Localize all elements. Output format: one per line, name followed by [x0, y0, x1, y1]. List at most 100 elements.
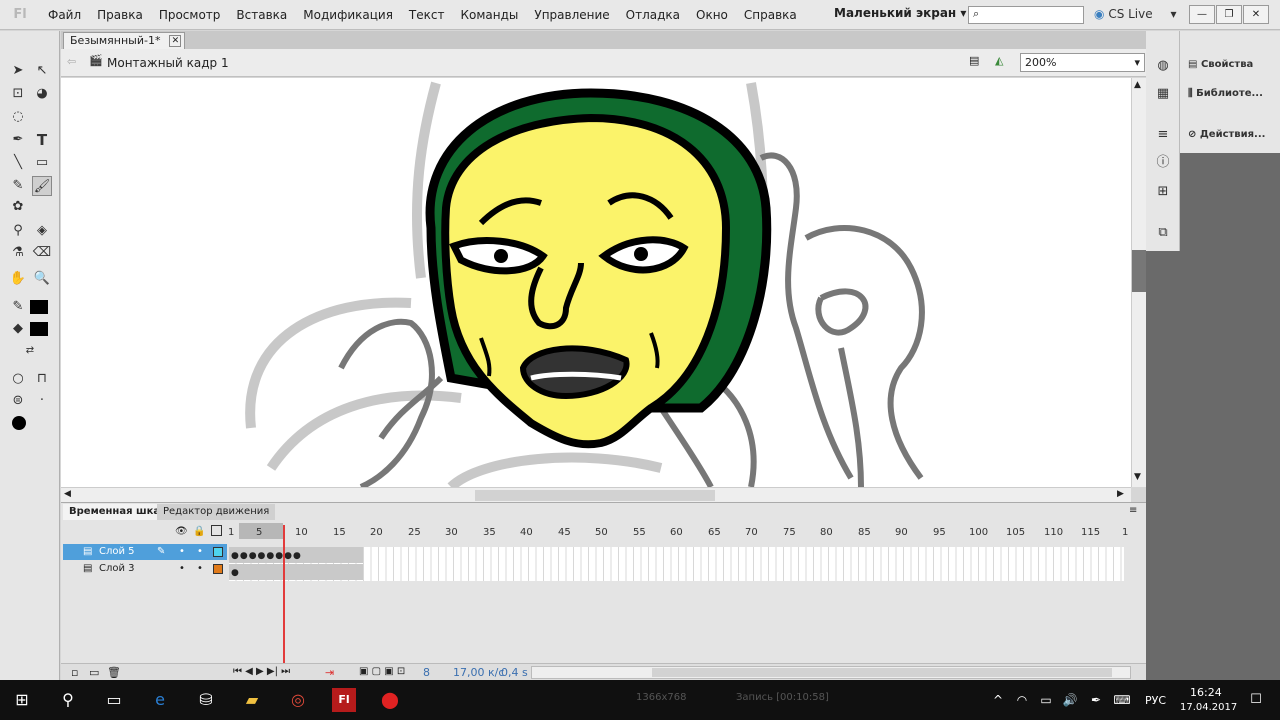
pen-tray-icon[interactable]: ✒ — [1084, 688, 1108, 712]
tray-up-icon[interactable]: ^ — [986, 688, 1010, 712]
scroll-right-icon[interactable]: ▶ — [1117, 489, 1124, 499]
eye-icon[interactable]: 👁 — [175, 526, 188, 537]
scroll-up-icon[interactable]: ▲ — [1134, 80, 1141, 90]
paint-bucket-icon[interactable]: ◈ — [32, 221, 52, 241]
stage-canvas[interactable] — [61, 78, 1131, 487]
windows-start-icon[interactable]: ⊞ — [10, 688, 34, 712]
brush-mode-icon[interactable]: ⊜ — [8, 391, 28, 411]
rectangle-tool-icon[interactable]: ▭ — [32, 153, 52, 173]
cs-live-button[interactable]: ◉ CS Live ▾ — [1094, 7, 1177, 21]
eraser-icon[interactable]: ⌫ — [32, 243, 52, 263]
panel-actions[interactable]: ⊘ Действия... — [1188, 129, 1265, 140]
menu-insert[interactable]: Вставка — [228, 0, 295, 30]
lasso-icon[interactable]: ◌ — [8, 107, 28, 127]
zoom-select[interactable]: 200% ▾ — [1020, 53, 1145, 72]
outline-icon[interactable] — [211, 525, 222, 536]
clock-time[interactable]: 16:24 — [1190, 686, 1222, 699]
object-drawing-icon[interactable]: ○ — [8, 369, 28, 389]
onion-skin-buttons[interactable]: ▣ ▢ ▣ ⊡ — [359, 666, 405, 677]
brush-options-icon[interactable]: · — [32, 391, 52, 411]
playback-controls[interactable]: ⏮ ◀ ▶ ▶| ⏭ — [233, 666, 290, 677]
panel-menu-icon[interactable]: ≡ — [1129, 505, 1137, 516]
minimize-button[interactable]: — — [1189, 5, 1215, 24]
menu-edit[interactable]: Правка — [89, 0, 151, 30]
flash-app-icon[interactable]: Fl — [332, 688, 356, 712]
scroll-down-icon[interactable]: ▼ — [1134, 472, 1141, 482]
menu-debug[interactable]: Отладка — [618, 0, 688, 30]
stage-vertical-scrollbar[interactable]: ▲ ▼ — [1131, 78, 1146, 487]
snap-magnet-icon[interactable]: ⊓ — [32, 369, 52, 389]
notifications-icon[interactable]: ☐ — [1244, 688, 1268, 712]
eyedropper-icon[interactable]: ⚗ — [8, 243, 28, 263]
layer-row-3[interactable]: ▤ Слой 3 • • — [63, 561, 227, 577]
volume-icon[interactable]: 🔊 — [1058, 688, 1082, 712]
text-tool-icon[interactable]: T — [32, 130, 52, 150]
help-search-input[interactable]: ⌕ — [968, 6, 1084, 24]
layer-color-swatch[interactable] — [213, 564, 223, 574]
close-tab-icon[interactable]: ✕ — [169, 35, 182, 47]
stroke-color-swatch[interactable] — [30, 300, 48, 314]
align-icon[interactable]: ≡ — [1153, 125, 1173, 145]
components-icon[interactable]: ⧉ — [1153, 223, 1173, 243]
menu-help[interactable]: Справка — [736, 0, 805, 30]
deco-tool-icon[interactable]: ✿ — [8, 197, 28, 217]
menu-text[interactable]: Текст — [401, 0, 453, 30]
swatches-icon[interactable]: ▦ — [1153, 84, 1173, 104]
back-arrow-icon[interactable]: ⇦ — [67, 55, 76, 68]
delete-layer-icon[interactable]: 🗑 — [107, 666, 121, 679]
edit-scene-icon[interactable]: ▤ — [969, 54, 979, 67]
subselection-tool-icon[interactable]: ↖ — [32, 61, 52, 81]
new-layer-icon[interactable]: ▫ — [71, 666, 78, 679]
visibility-dot[interactable]: • — [179, 544, 185, 560]
stage-horizontal-scrollbar[interactable]: ◀ ▶ — [61, 487, 1131, 502]
3d-rotation-icon[interactable]: ◕ — [32, 84, 52, 104]
line-tool-icon[interactable]: ╲ — [8, 153, 28, 173]
frame-grid[interactable] — [229, 547, 1124, 581]
panel-properties[interactable]: ▤ Свойства — [1188, 59, 1253, 70]
bone-tool-icon[interactable]: ⚲ — [8, 221, 28, 241]
search-icon[interactable]: ⚲ — [56, 688, 80, 712]
selection-tool-icon[interactable]: ➤ — [8, 61, 28, 81]
task-view-icon[interactable]: ▭ — [102, 688, 126, 712]
swap-colors-icon[interactable]: ⇄ — [20, 341, 40, 361]
clock-date[interactable]: 17.04.2017 — [1180, 702, 1237, 713]
close-button[interactable]: ✕ — [1243, 5, 1269, 24]
store-icon[interactable]: ⛁ — [194, 688, 218, 712]
scroll-thumb[interactable] — [1132, 250, 1146, 292]
lock-dot[interactable]: • — [197, 561, 203, 577]
current-frame[interactable]: 8 — [423, 666, 430, 679]
info-icon[interactable]: ⓘ — [1153, 153, 1173, 173]
new-folder-icon[interactable]: ▭ — [89, 666, 99, 679]
transform-icon[interactable]: ⊞ — [1153, 182, 1173, 202]
tab-motion-editor[interactable]: Редактор движения — [157, 504, 276, 520]
hand-tool-icon[interactable]: ✋ — [8, 269, 28, 289]
pen-icon[interactable]: ✒ — [8, 130, 28, 150]
timeline-horizontal-scrollbar[interactable] — [531, 666, 1131, 679]
scroll-thumb[interactable] — [652, 668, 1112, 677]
center-frame-icon[interactable]: ⇥ — [325, 666, 334, 679]
lock-icon[interactable]: 🔒 — [193, 526, 205, 537]
keyboard-icon[interactable]: ⌨ — [1110, 688, 1134, 712]
file-explorer-icon[interactable]: ▰ — [240, 688, 264, 712]
chrome-icon[interactable]: ◎ — [286, 688, 310, 712]
input-language[interactable]: РУС — [1145, 694, 1166, 707]
scroll-thumb[interactable] — [475, 490, 715, 501]
zoom-tool-icon[interactable]: 🔍 — [32, 269, 52, 289]
menu-window[interactable]: Окно — [688, 0, 736, 30]
panel-library[interactable]: ⫼ Библиоте... — [1188, 88, 1263, 99]
battery-icon[interactable]: ▭ — [1034, 688, 1058, 712]
playhead[interactable] — [283, 525, 285, 673]
menu-view[interactable]: Просмотр — [151, 0, 229, 30]
restore-button[interactable]: ❐ — [1216, 5, 1242, 24]
menu-modify[interactable]: Модификация — [295, 0, 401, 30]
scene-label[interactable]: Монтажный кадр 1 — [107, 56, 229, 70]
color-panel-icon[interactable]: ◍ — [1153, 56, 1173, 76]
layer-3-frames[interactable] — [229, 564, 363, 580]
menu-commands[interactable]: Команды — [452, 0, 526, 30]
fill-color-swatch[interactable] — [30, 322, 48, 336]
frame-rate[interactable]: 17,00 к/с — [453, 666, 504, 679]
menu-file[interactable]: Файл — [40, 0, 89, 30]
visibility-dot[interactable]: • — [179, 561, 185, 577]
edit-symbols-icon[interactable]: ◭ — [995, 54, 1003, 67]
layer-row-5[interactable]: ▤ Слой 5 ✎ • • — [63, 544, 227, 560]
